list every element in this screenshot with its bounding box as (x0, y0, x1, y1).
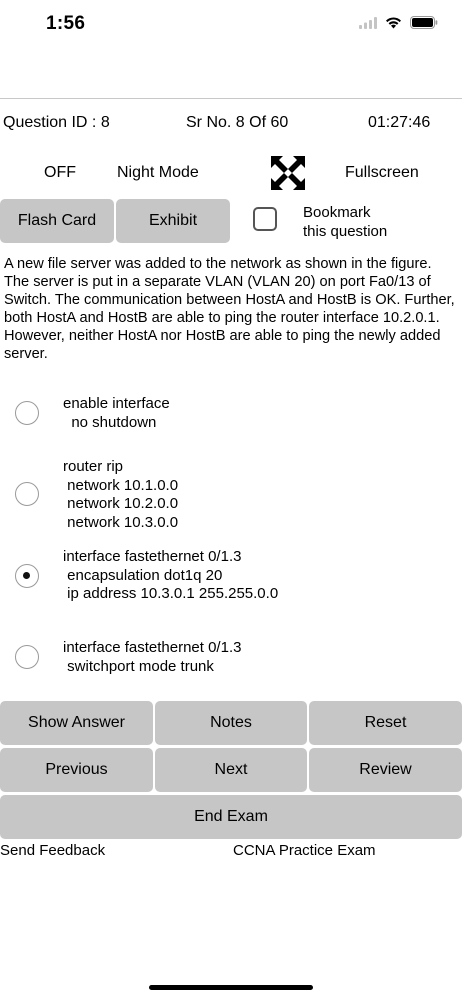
serial-number: Sr No. 8 Of 60 (186, 114, 289, 131)
reset-button[interactable]: Reset (309, 701, 462, 745)
fullscreen-icon[interactable] (270, 155, 306, 191)
option-text-3[interactable]: interface fastethernet 0/1.3 encapsulati… (63, 548, 278, 604)
battery-icon (410, 16, 438, 34)
question-text: A new file server was added to the netwo… (4, 256, 455, 362)
option-text-2[interactable]: router rip network 10.1.0.0 network 10.2… (63, 458, 178, 532)
signal-icon (359, 16, 377, 34)
end-exam-button[interactable]: End Exam (0, 795, 462, 839)
option-text-1[interactable]: enable interface no shutdown (63, 395, 170, 432)
question-id: Question ID : 8 (3, 114, 110, 131)
night-mode-toggle[interactable]: OFF (44, 164, 76, 182)
status-icons (359, 15, 438, 35)
option-radio-1[interactable] (15, 401, 39, 425)
wifi-icon (385, 16, 402, 34)
notes-button[interactable]: Notes (155, 701, 307, 745)
header-divider (0, 98, 462, 99)
fullscreen-label[interactable]: Fullscreen (345, 164, 419, 182)
review-button[interactable]: Review (309, 748, 462, 792)
bookmark-label-line1: Bookmark (303, 204, 371, 221)
exhibit-button[interactable]: Exhibit (116, 199, 230, 243)
selected-dot (23, 572, 30, 579)
next-button[interactable]: Next (155, 748, 307, 792)
bookmark-label: Bookmark this question (303, 203, 387, 241)
bookmark-label-line2: this question (303, 223, 388, 240)
option-radio-3[interactable] (15, 564, 39, 588)
option-text-4[interactable]: interface fastethernet 0/1.3 switchport … (63, 639, 241, 676)
previous-button[interactable]: Previous (0, 748, 153, 792)
status-time: 1:56 (46, 13, 86, 34)
bookmark-checkbox[interactable] (253, 207, 277, 231)
home-indicator (149, 985, 313, 990)
night-mode-label: Night Mode (117, 164, 199, 181)
app-name-label: CCNA Practice Exam (233, 842, 376, 859)
option-radio-4[interactable] (15, 645, 39, 669)
flash-card-button[interactable]: Flash Card (0, 199, 114, 243)
send-feedback-link[interactable]: Send Feedback (0, 842, 105, 859)
show-answer-button[interactable]: Show Answer (0, 701, 153, 745)
exam-timer: 01:27:46 (368, 114, 431, 131)
option-radio-2[interactable] (15, 482, 39, 506)
